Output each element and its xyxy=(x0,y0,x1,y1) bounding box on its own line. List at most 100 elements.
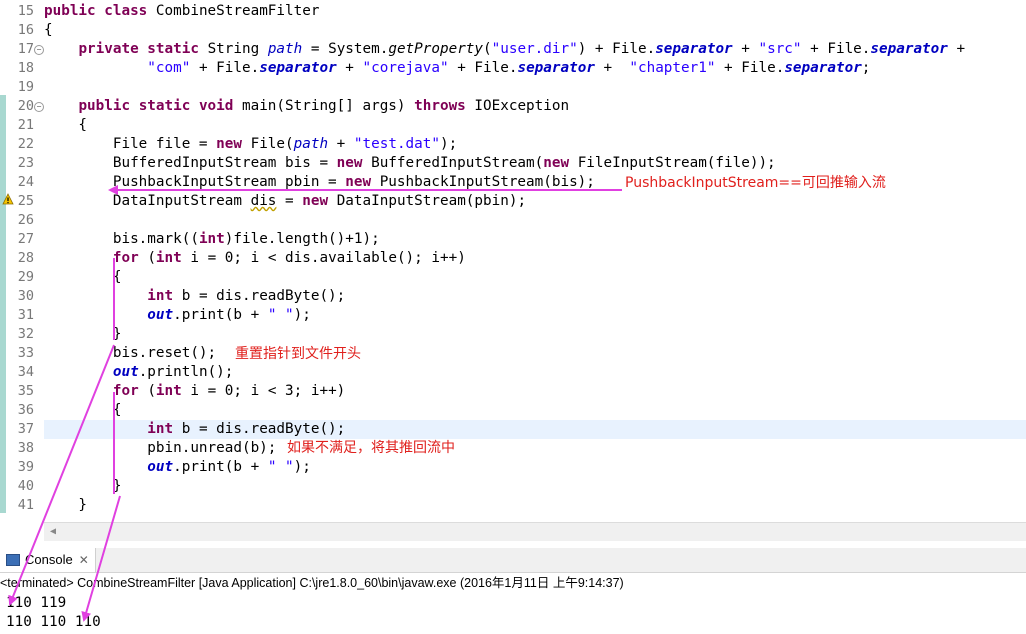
code-token: separator xyxy=(870,41,948,57)
code-token: { xyxy=(44,269,122,285)
code-token: "corejava" xyxy=(362,60,449,76)
line-number: 30 xyxy=(17,288,34,304)
tab-console[interactable]: Console ✕ xyxy=(0,548,96,572)
code-line[interactable]: for (int i = 0; i < 3; i++) xyxy=(44,382,1026,401)
console-status: <terminated> CombineStreamFilter [Java A… xyxy=(0,576,624,590)
code-token: int xyxy=(198,231,225,247)
code-line[interactable]: for (int i = 0; i < dis.available(); i++… xyxy=(44,249,1026,268)
code-token: ); xyxy=(293,459,311,475)
code-token: new xyxy=(543,155,578,171)
code-token: .print(b + xyxy=(173,459,268,475)
code-token: public class xyxy=(44,3,156,19)
code-line[interactable]: DataInputStream dis = new DataInputStrea… xyxy=(44,192,1026,211)
scroll-left-icon[interactable]: ◀ xyxy=(50,526,56,537)
code-token: separator xyxy=(784,60,862,76)
code-token: "test.dat" xyxy=(353,136,440,152)
line-number: 19 xyxy=(17,79,34,95)
close-icon[interactable]: ✕ xyxy=(79,553,89,567)
code-line[interactable]: out.println(); xyxy=(44,363,1026,382)
code-line[interactable]: out.print(b + " "); xyxy=(44,306,1026,325)
code-token: out xyxy=(147,459,174,475)
reset-annotation: 重置指针到文件开头 xyxy=(235,346,361,362)
code-line[interactable]: } xyxy=(44,496,1026,515)
line-number: 31 xyxy=(17,307,34,323)
line-number: 18 xyxy=(17,60,34,76)
code-token: out xyxy=(147,307,174,323)
code-token: BufferedInputStream( xyxy=(371,155,544,171)
code-token: i = 0; i < 3; i++) xyxy=(190,383,346,399)
fold-toggle-icon[interactable]: − xyxy=(34,45,44,55)
horizontal-scrollbar[interactable]: ◀ xyxy=(44,522,1026,541)
code-token: } xyxy=(44,478,122,494)
code-token: pbin.unread(b); xyxy=(44,440,277,456)
line-number: 33 xyxy=(17,345,34,361)
code-line[interactable]: File file = new File(path + "test.dat"); xyxy=(44,135,1026,154)
code-line[interactable]: out.print(b + " "); xyxy=(44,458,1026,477)
code-token: int xyxy=(147,288,182,304)
code-line[interactable]: pbin.unread(b); xyxy=(44,439,1026,458)
code-line[interactable]: { xyxy=(44,401,1026,420)
code-token: new xyxy=(216,136,251,152)
change-ruler xyxy=(0,0,6,522)
code-line[interactable]: int b = dis.readByte(); xyxy=(44,420,1026,439)
code-line[interactable]: { xyxy=(44,21,1026,40)
code-token: + xyxy=(732,41,759,57)
code-line[interactable]: public static void main(String[] args) t… xyxy=(44,97,1026,116)
code-line[interactable]: bis.mark((int)file.length()+1); xyxy=(44,230,1026,249)
code-line[interactable]: } xyxy=(44,325,1026,344)
line-number: 25 xyxy=(17,193,34,209)
code-token: main(String[] args) xyxy=(241,98,415,114)
code-token: ( xyxy=(483,41,492,57)
code-token: b = dis.readByte(); xyxy=(181,421,346,437)
code-editor[interactable]: 15 16 17 18 19 20 21 22 23 24 25 26 27 28 29 30 31 32 33 34… xyxy=(0,0,1026,522)
line-number: 15 xyxy=(17,3,34,19)
fold-toggle-icon[interactable]: − xyxy=(34,102,44,112)
pushback-annotation: PushbackInputStream==可回推输入流 xyxy=(625,175,886,191)
line-number: 38 xyxy=(17,440,34,456)
line-number: 22 xyxy=(17,136,34,152)
code-line[interactable] xyxy=(44,211,1026,230)
line-number: 28 xyxy=(17,250,34,266)
code-line[interactable]: BufferedInputStream bis = new BufferedIn… xyxy=(44,154,1026,173)
code-token: + xyxy=(947,41,966,57)
line-number: 37 xyxy=(17,421,34,437)
code-token: File( xyxy=(250,136,294,152)
code-line[interactable]: bis.reset(); xyxy=(44,344,1026,363)
code-token: } xyxy=(44,326,122,342)
code-token: PushbackInputStream pbin = xyxy=(44,174,346,190)
code-token: ); xyxy=(293,307,311,323)
code-line[interactable] xyxy=(44,78,1026,97)
code-token: + xyxy=(594,60,630,76)
code-token: FileInputStream(file)); xyxy=(577,155,776,171)
code-token: new xyxy=(345,174,380,190)
code-token: int xyxy=(147,421,182,437)
code-line[interactable]: } xyxy=(44,477,1026,496)
code-line[interactable]: "com" + File.separator + "corejava" + Fi… xyxy=(44,59,1026,78)
code-token: private static xyxy=(78,41,208,57)
code-token: IOException xyxy=(474,98,570,114)
console-tab-label: Console xyxy=(25,552,73,567)
line-number: 34 xyxy=(17,364,34,380)
code-token: int xyxy=(155,250,191,266)
code-line[interactable]: private static String path = System.getP… xyxy=(44,40,1026,59)
code-line[interactable]: { xyxy=(44,116,1026,135)
code-token: new xyxy=(302,193,337,209)
line-number: 36 xyxy=(17,402,34,418)
code-token: String xyxy=(207,41,268,57)
code-line[interactable]: { xyxy=(44,268,1026,287)
line-number: 39 xyxy=(17,459,34,475)
code-line[interactable]: public class CombineStreamFilter xyxy=(44,2,1026,21)
line-number: 20 xyxy=(17,98,34,114)
code-token: { xyxy=(44,22,53,38)
code-token: = System. xyxy=(302,41,389,57)
code-token: BufferedInputStream bis = xyxy=(44,155,337,171)
code-token: + File. xyxy=(190,60,260,76)
code-token: DataInputStream xyxy=(44,193,251,209)
warning-icon[interactable] xyxy=(2,193,14,205)
code-line[interactable]: int b = dis.readByte(); xyxy=(44,287,1026,306)
